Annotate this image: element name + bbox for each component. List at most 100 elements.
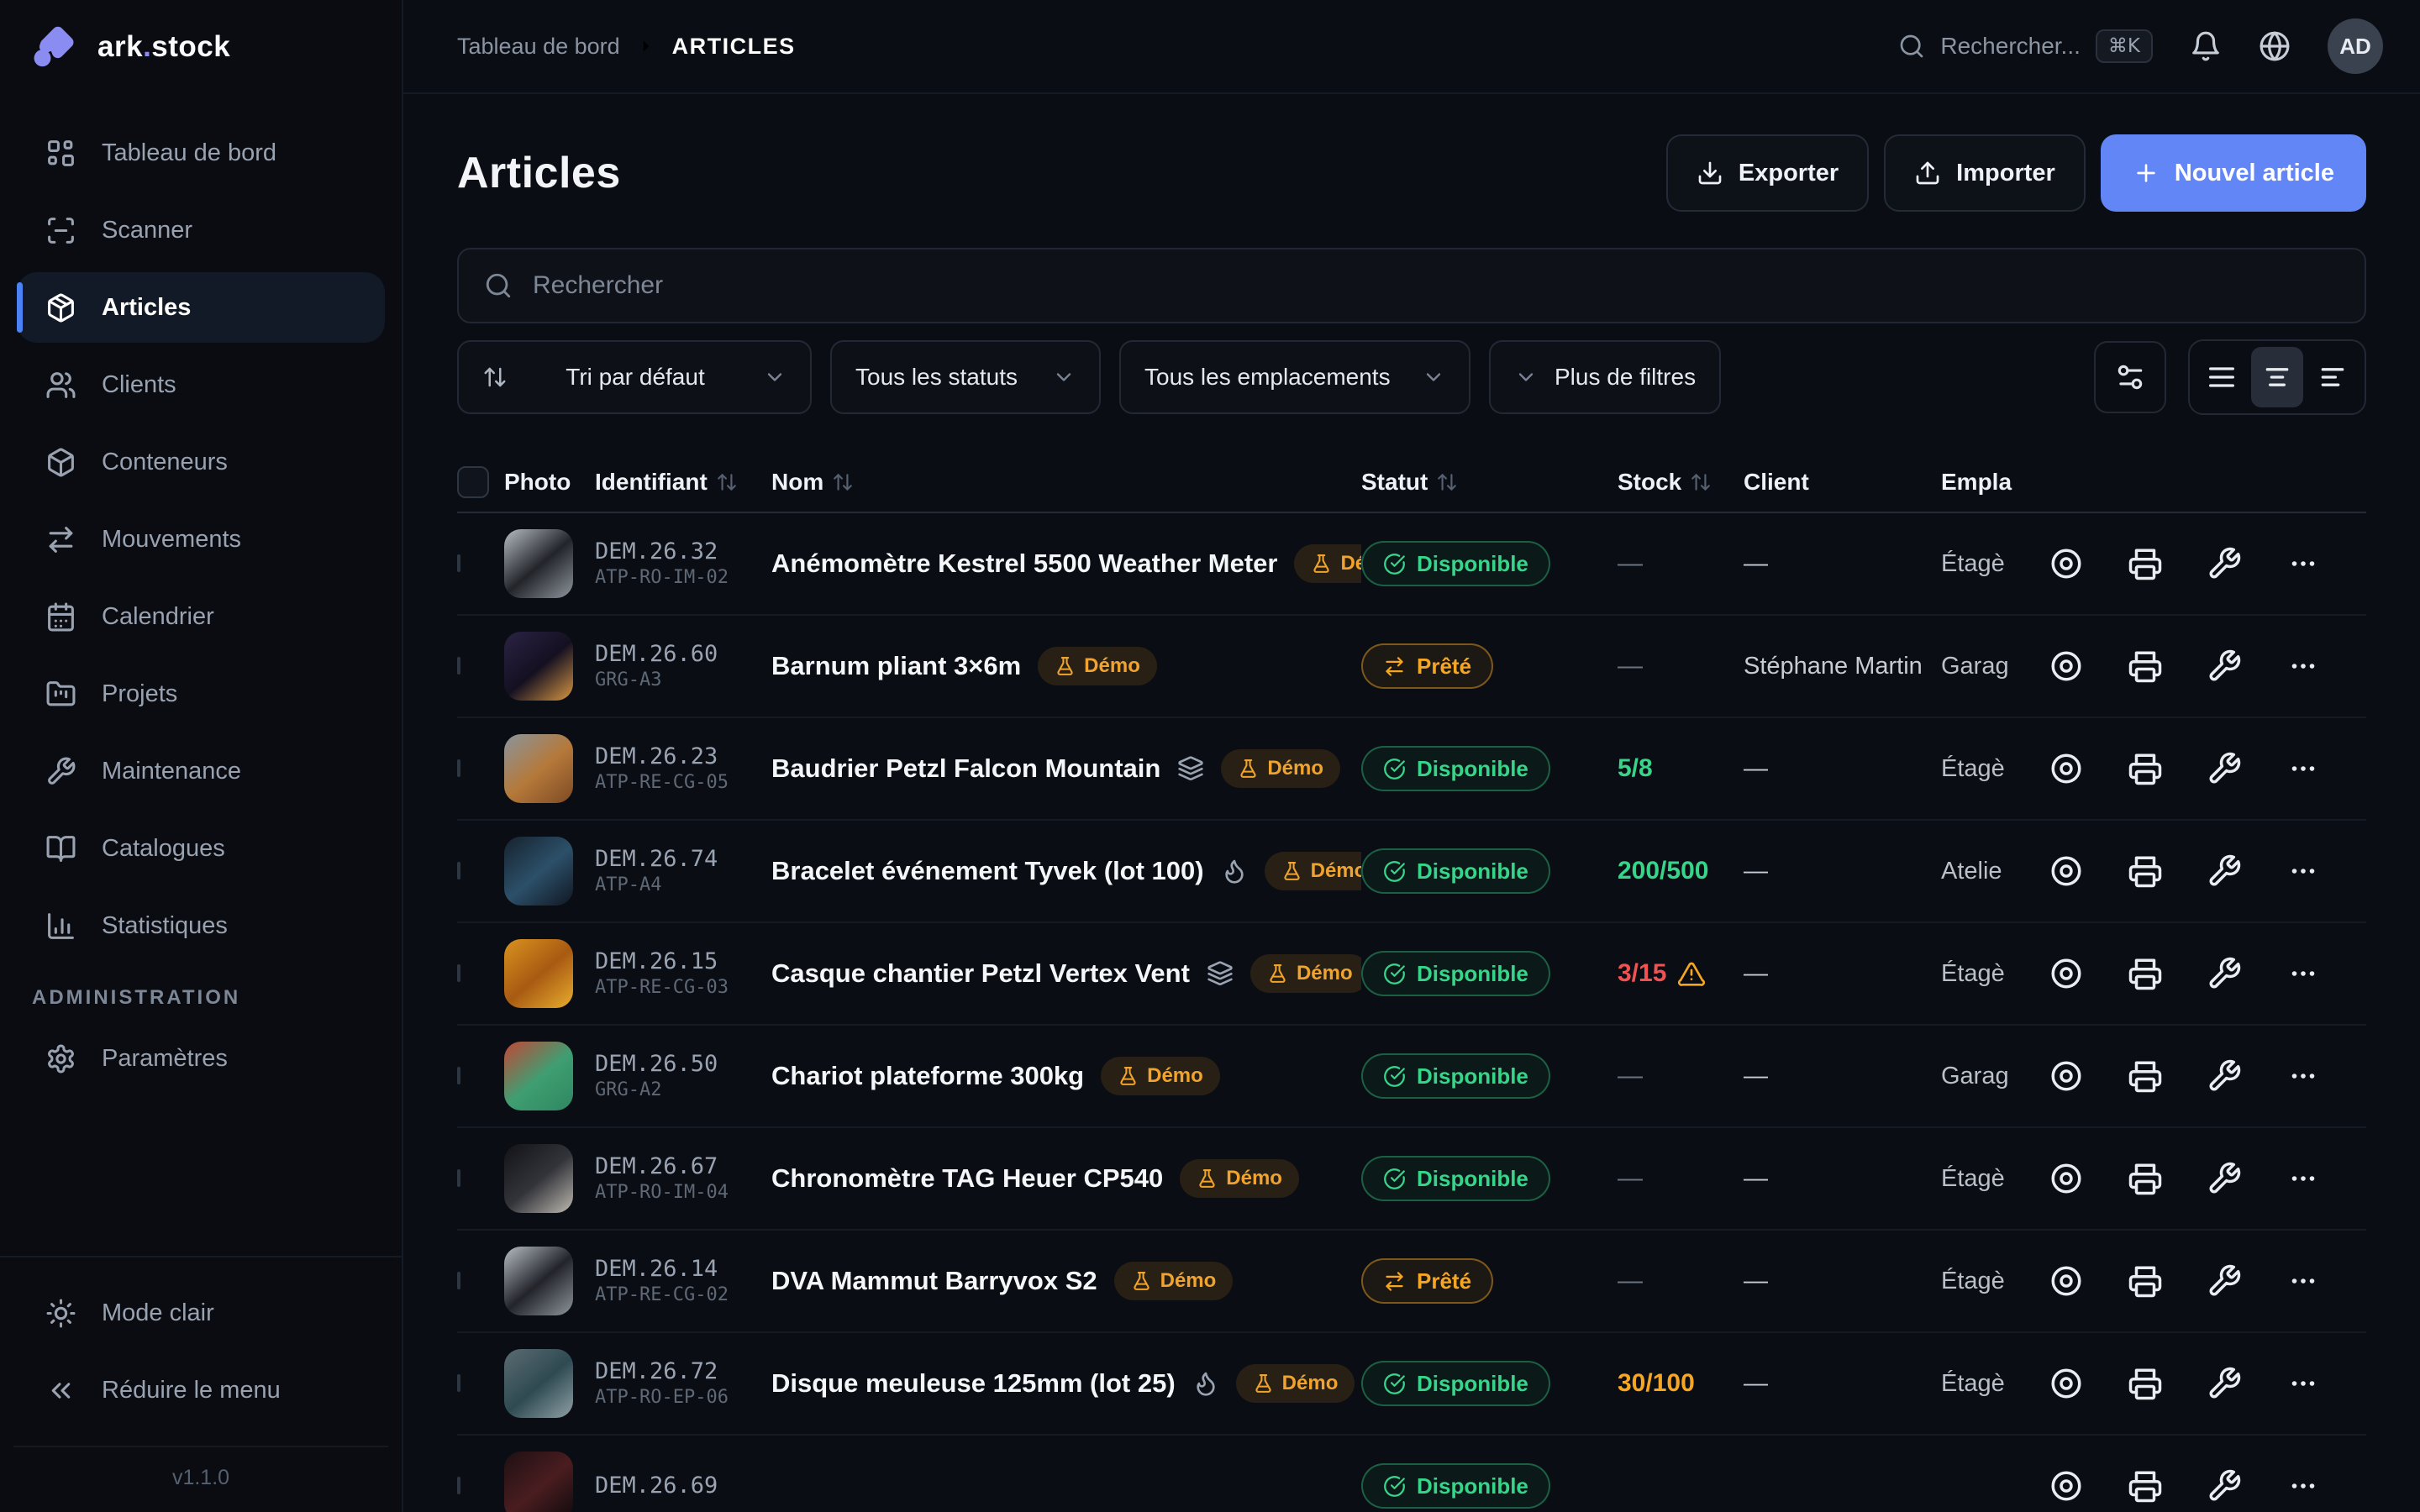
sidebar-item-scan[interactable]: Scanner [17,195,385,265]
breadcrumb-root[interactable]: Tableau de bord [457,34,620,60]
global-search[interactable]: Rechercher... ⌘K [1898,29,2153,63]
more-actions-icon[interactable] [2286,956,2321,991]
article-name[interactable]: DVA Mammut Barryvox S2 [771,1266,1097,1296]
row-checkbox[interactable] [457,862,460,879]
sort-dropdown[interactable]: Tri par défaut [457,340,812,414]
print-icon[interactable] [2128,1263,2163,1299]
table-row[interactable]: DEM.26.50GRG-A2 Chariot plateforme 300kg… [457,1026,2366,1128]
article-name[interactable]: Bracelet événement Tyvek (lot 100) [771,856,1204,886]
more-actions-icon[interactable] [2286,1161,2321,1196]
article-name[interactable]: Casque chantier Petzl Vertex Vent [771,958,1190,989]
col-identifiant[interactable]: Identifiant [595,469,771,496]
sidebar-item-calendar[interactable]: Calendrier [17,581,385,652]
view-icon[interactable] [2049,853,2084,889]
print-icon[interactable] [2128,648,2163,684]
row-checkbox[interactable] [457,1067,460,1084]
table-row[interactable]: DEM.26.23ATP-RE-CG-05 Baudrier Petzl Fal… [457,718,2366,821]
view-icon[interactable] [2049,1468,2084,1504]
row-checkbox[interactable] [457,759,460,777]
sidebar-item-wrench[interactable]: Maintenance [17,736,385,806]
import-button[interactable]: Importer [1884,134,2086,212]
more-filters-button[interactable]: Plus de filtres [1489,340,1721,414]
location-filter-dropdown[interactable]: Tous les emplacements [1119,340,1470,414]
print-icon[interactable] [2128,1366,2163,1401]
brand[interactable]: ark.stock [0,0,402,94]
maintenance-icon[interactable] [2207,1058,2242,1094]
select-all-checkbox[interactable] [457,466,489,498]
avatar[interactable]: AD [2328,18,2383,74]
view-icon[interactable] [2049,956,2084,991]
maintenance-icon[interactable] [2207,751,2242,786]
maintenance-icon[interactable] [2207,1468,2242,1504]
more-actions-icon[interactable] [2286,751,2321,786]
row-checkbox[interactable] [457,964,460,982]
sidebar-item-collapse[interactable]: Réduire le menu [17,1355,385,1425]
maintenance-icon[interactable] [2207,956,2242,991]
table-row[interactable]: DEM.26.74ATP-A4 Bracelet événement Tyvek… [457,821,2366,923]
row-checkbox[interactable] [457,554,460,572]
sidebar-item-sun[interactable]: Mode clair [17,1278,385,1348]
print-icon[interactable] [2128,853,2163,889]
maintenance-icon[interactable] [2207,648,2242,684]
row-checkbox[interactable] [457,1169,460,1187]
article-name[interactable]: Chariot plateforme 300kg [771,1061,1084,1091]
status-filter-dropdown[interactable]: Tous les statuts [830,340,1101,414]
view-icon[interactable] [2049,546,2084,581]
print-icon[interactable] [2128,1058,2163,1094]
view-icon[interactable] [2049,1058,2084,1094]
more-actions-icon[interactable] [2286,1468,2321,1504]
table-row[interactable]: DEM.26.14ATP-RE-CG-02 DVA Mammut Barryvo… [457,1231,2366,1333]
col-stock[interactable]: Stock [1618,469,1744,496]
print-icon[interactable] [2128,1468,2163,1504]
sidebar-item-stats[interactable]: Statistiques [17,890,385,961]
row-checkbox[interactable] [457,657,460,675]
sidebar-item-book[interactable]: Catalogues [17,813,385,884]
more-actions-icon[interactable] [2286,853,2321,889]
table-row[interactable]: DEM.26.67ATP-RO-IM-04 Chronomètre TAG He… [457,1128,2366,1231]
col-statut[interactable]: Statut [1361,469,1618,496]
more-actions-icon[interactable] [2286,648,2321,684]
table-row[interactable]: DEM.26.32ATP-RO-IM-02 Anémomètre Kestrel… [457,513,2366,616]
sidebar-item-dashboard[interactable]: Tableau de bord [17,118,385,188]
density-comfortable-button[interactable] [2196,347,2248,407]
row-checkbox[interactable] [457,1374,460,1392]
table-row[interactable]: DEM.26.15ATP-RE-CG-03 Casque chantier Pe… [457,923,2366,1026]
density-standard-button[interactable] [2251,347,2303,407]
density-compact-button[interactable] [2307,347,2359,407]
print-icon[interactable] [2128,1161,2163,1196]
maintenance-icon[interactable] [2207,546,2242,581]
table-row[interactable]: DEM.26.60GRG-A3 Barnum pliant 3×6m Démo … [457,616,2366,718]
article-name[interactable]: Chronomètre TAG Heuer CP540 [771,1163,1163,1194]
maintenance-icon[interactable] [2207,853,2242,889]
maintenance-icon[interactable] [2207,1366,2242,1401]
sidebar-item-moves[interactable]: Mouvements [17,504,385,575]
row-checkbox[interactable] [457,1477,460,1494]
sidebar-item-settings[interactable]: Paramètres [17,1023,385,1094]
article-name[interactable]: Anémomètre Kestrel 5500 Weather Meter [771,549,1277,579]
more-actions-icon[interactable] [2286,1058,2321,1094]
article-name[interactable]: Baudrier Petzl Falcon Mountain [771,753,1160,784]
column-settings-button[interactable] [2094,341,2166,413]
view-icon[interactable] [2049,648,2084,684]
article-name[interactable]: Barnum pliant 3×6m [771,651,1021,681]
globe-icon[interactable] [2259,30,2291,62]
view-icon[interactable] [2049,751,2084,786]
export-button[interactable]: Exporter [1666,134,1869,212]
sidebar-item-box[interactable]: Conteneurs [17,427,385,497]
view-icon[interactable] [2049,1263,2084,1299]
maintenance-icon[interactable] [2207,1263,2242,1299]
sidebar-item-users[interactable]: Clients [17,349,385,420]
bell-icon[interactable] [2190,30,2222,62]
view-icon[interactable] [2049,1366,2084,1401]
more-actions-icon[interactable] [2286,1263,2321,1299]
articles-search[interactable] [457,248,2366,323]
articles-search-input[interactable] [531,270,2339,301]
maintenance-icon[interactable] [2207,1161,2242,1196]
table-row[interactable]: DEM.26.72ATP-RO-EP-06 Disque meuleuse 12… [457,1333,2366,1436]
print-icon[interactable] [2128,546,2163,581]
col-nom[interactable]: Nom [771,469,1361,496]
new-article-button[interactable]: Nouvel article [2101,134,2366,212]
row-checkbox[interactable] [457,1272,460,1289]
view-icon[interactable] [2049,1161,2084,1196]
sidebar-item-package[interactable]: Articles [17,272,385,343]
